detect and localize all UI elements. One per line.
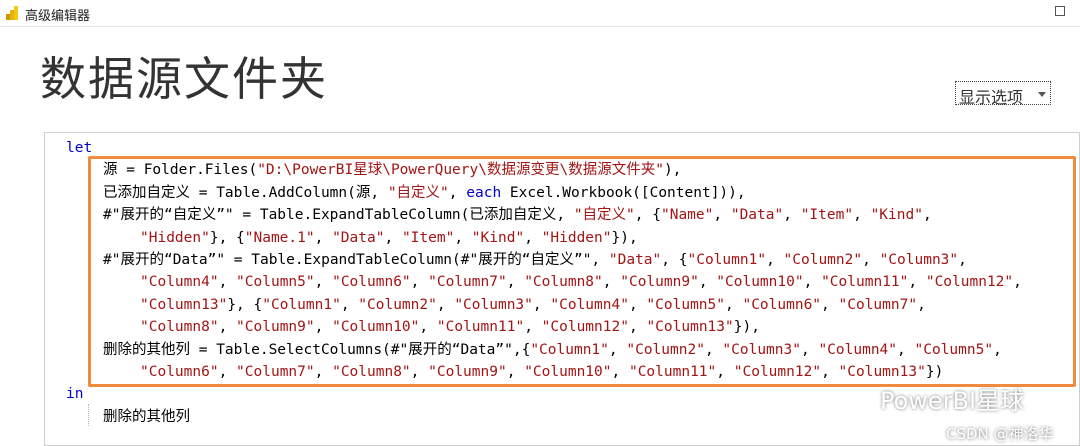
code-text: 删除的其他列 (103, 408, 190, 425)
watermark: PowerBI星球 (880, 387, 1025, 415)
display-options-label: 显示选项 (959, 88, 1024, 107)
code-line: in (66, 383, 83, 405)
code-keyword: in (66, 386, 84, 403)
highlight-box (88, 156, 1076, 387)
page-title: 数据源文件夹 (40, 52, 328, 106)
indent-guide (88, 404, 89, 426)
display-options-dropdown[interactable]: 显示选项 (955, 81, 1051, 107)
powerbi-icon (6, 6, 18, 20)
title-bar: 高级编辑器 (0, 0, 1080, 27)
code-line: 删除的其他列 (103, 406, 190, 428)
window-title: 高级编辑器 (25, 9, 91, 24)
chevron-down-icon (1038, 92, 1046, 97)
wechat-icon (839, 390, 875, 413)
watermark-credit: CSDN @神洛华 (946, 425, 1054, 443)
code-keyword: let (66, 140, 93, 156)
maximize-icon[interactable] (1055, 6, 1065, 16)
